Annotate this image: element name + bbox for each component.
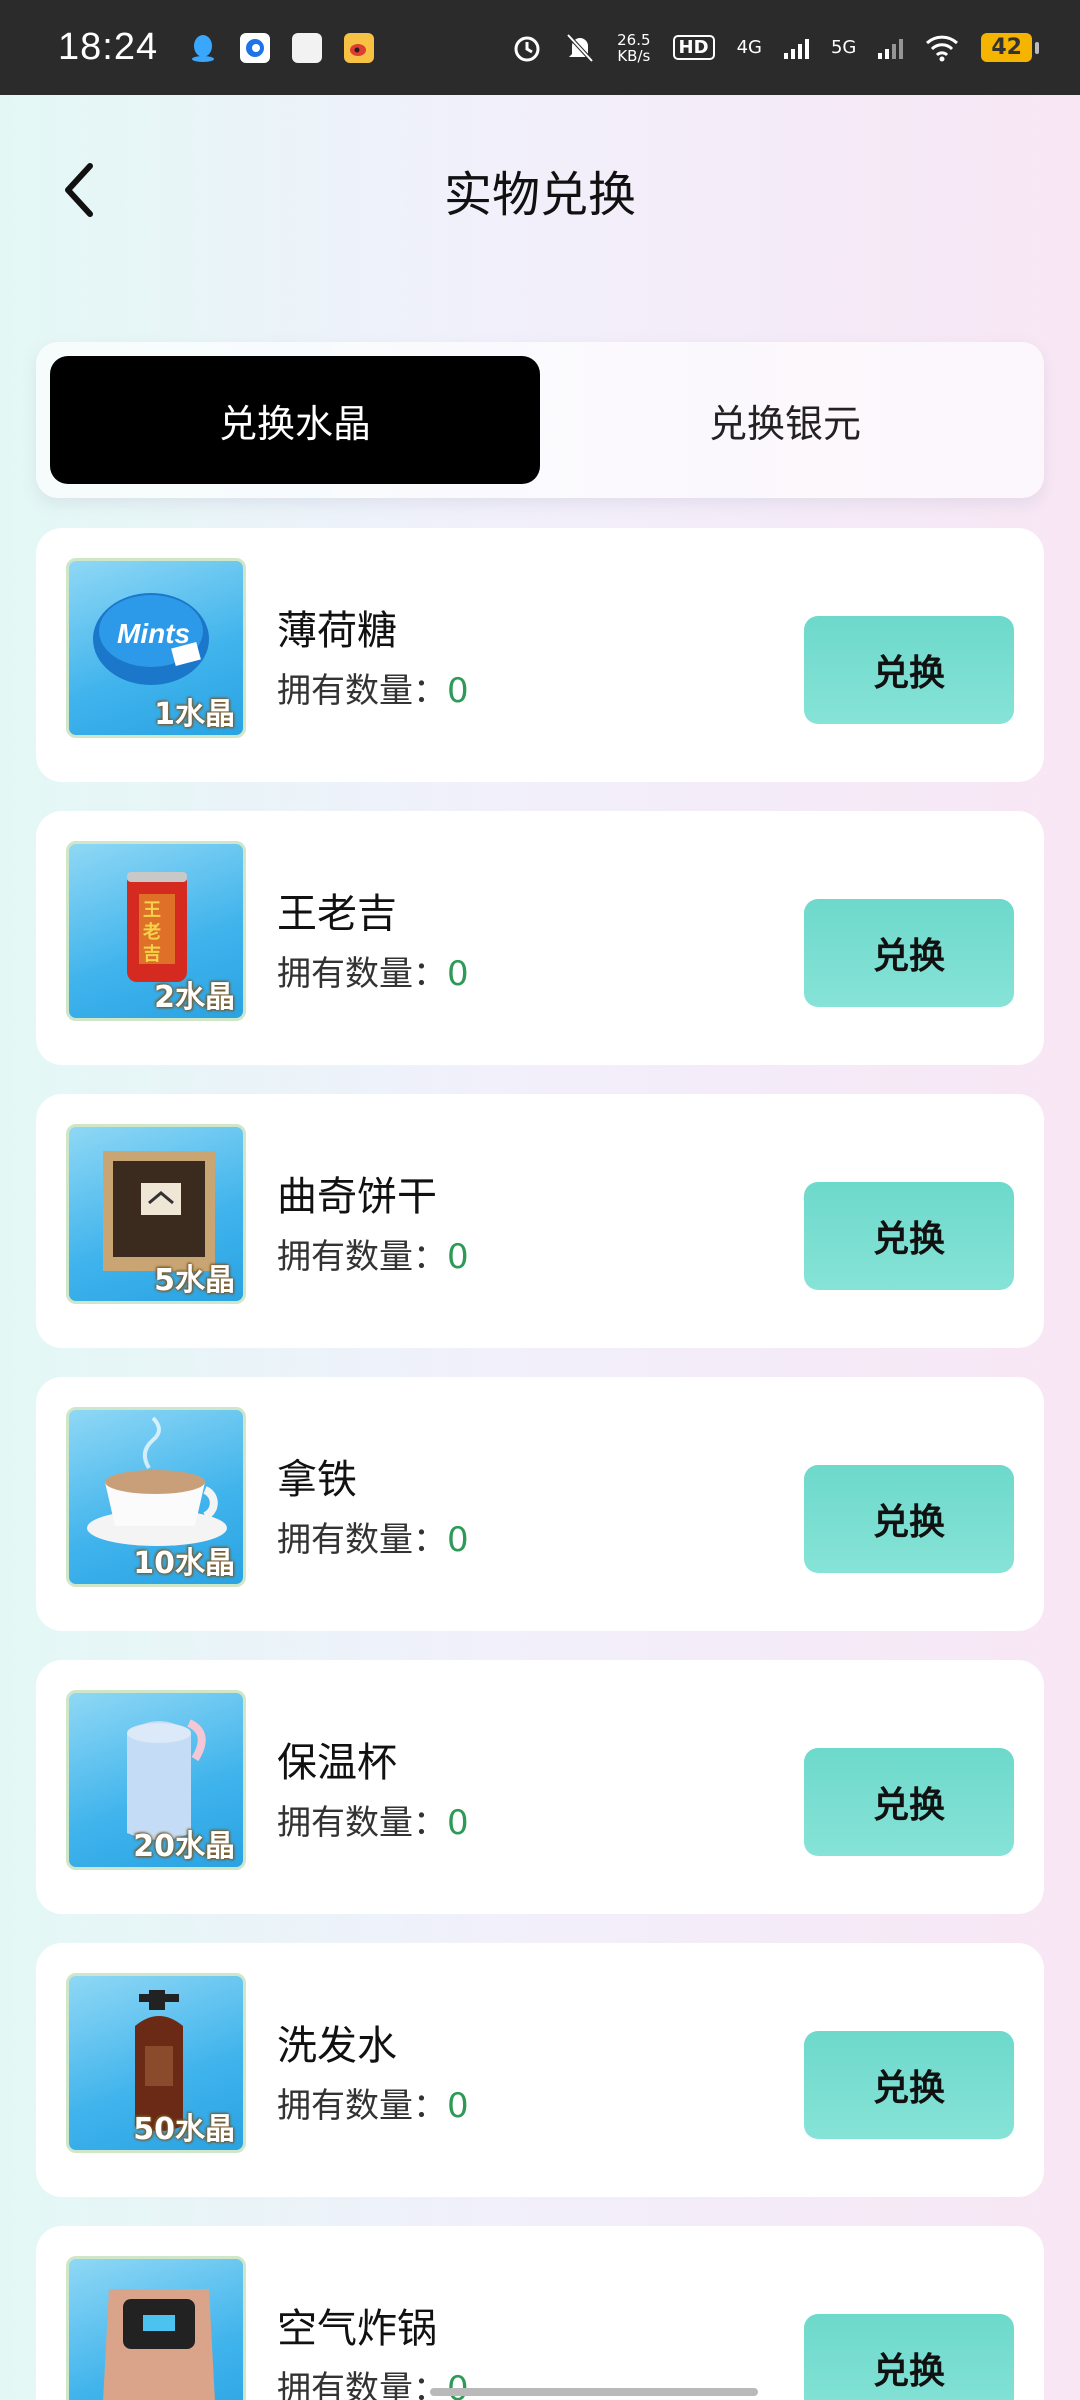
owned-quantity: 拥有数量：0 [277, 1237, 469, 1277]
svg-text:Mints: Mints [117, 618, 190, 649]
list-item: 20水晶 保温杯 拥有数量：0 兑换 [36, 1660, 1044, 1914]
list-item: 10水晶 拿铁 拥有数量：0 兑换 [36, 1377, 1044, 1631]
owned-quantity: 拥有数量：0 [277, 671, 469, 711]
item-image: 10水晶 [66, 1407, 246, 1587]
item-price: 5水晶 [154, 1263, 235, 1298]
svg-text:吉: 吉 [143, 943, 161, 965]
air-fryer-icon [103, 2289, 215, 2400]
weibo-icon [344, 32, 375, 63]
item-price: 2水晶 [154, 980, 235, 1015]
reward-list: Mints 1水晶 薄荷糖 拥有数量：0 兑换 王老吉 2水晶 王老吉 拥有数量… [36, 528, 1044, 2400]
blank-app-icon [292, 32, 323, 63]
tab-silver[interactable]: 兑换银元 [540, 356, 1030, 484]
status-bar: 18:24 26.5 KB/s HD 4G 5G 42 [0, 0, 1080, 95]
list-item: 50水晶 洗发水 拥有数量：0 兑换 [36, 1943, 1044, 2197]
redeem-button[interactable]: 兑换 [804, 1465, 1014, 1573]
item-name: 王老吉 [277, 891, 397, 937]
owned-quantity: 拥有数量：0 [277, 1520, 469, 1560]
page-title: 实物兑换 [443, 167, 636, 223]
item-price: 20水晶 [133, 1829, 235, 1864]
home-indicator[interactable] [430, 2388, 758, 2396]
item-image [66, 2256, 246, 2400]
item-price: 10水晶 [133, 1546, 235, 1581]
sim1-label: 4G [736, 37, 762, 58]
mute-bell-icon [566, 33, 594, 62]
redeem-button[interactable]: 兑换 [804, 899, 1014, 1007]
wifi-icon [926, 35, 959, 61]
owned-quantity: 拥有数量：0 [277, 1803, 469, 1843]
status-right: 26.5 KB/s HD 4G 5G 42 [511, 30, 1039, 65]
item-name: 空气炸锅 [277, 2306, 437, 2352]
list-item: Mints 1水晶 薄荷糖 拥有数量：0 兑换 [36, 528, 1044, 782]
item-image: Mints 1水晶 [66, 558, 246, 738]
notification-icons [188, 32, 375, 63]
sim2-label: 5G [830, 37, 857, 58]
exchange-tabs: 兑换水晶 兑换银元 [36, 342, 1044, 498]
item-name: 曲奇饼干 [277, 1174, 437, 1220]
net-speed: 26.5 KB/s [617, 30, 651, 65]
item-price: 1水晶 [154, 697, 235, 732]
svg-text:老: 老 [143, 921, 161, 943]
browser-icon [240, 32, 271, 63]
item-price: 50水晶 [133, 2112, 235, 2147]
svg-text:王: 王 [143, 900, 161, 921]
list-item: 空气炸锅 拥有数量：0 兑换 [36, 2226, 1044, 2400]
battery-indicator: 42 [981, 33, 1039, 62]
item-image: 王老吉 2水晶 [66, 841, 246, 1021]
tab-crystal[interactable]: 兑换水晶 [50, 356, 540, 484]
signal-icon [783, 37, 809, 59]
status-time: 18:24 [58, 26, 159, 68]
redeem-button[interactable]: 兑换 [804, 1748, 1014, 1856]
page-header: 实物兑换 [0, 95, 1080, 280]
item-image: 5水晶 [66, 1124, 246, 1304]
item-image: 50水晶 [66, 1973, 246, 2153]
owned-quantity: 拥有数量：0 [277, 2086, 469, 2126]
signal-icon [878, 37, 904, 59]
item-name: 拿铁 [277, 1457, 357, 1503]
qq-icon [188, 33, 218, 63]
item-name: 保温杯 [277, 1740, 397, 1786]
alarm-icon [514, 36, 540, 61]
redeem-button[interactable]: 兑换 [804, 1182, 1014, 1290]
item-name: 洗发水 [277, 2023, 397, 2069]
hd-badge: HD [672, 35, 715, 60]
list-item: 5水晶 曲奇饼干 拥有数量：0 兑换 [36, 1094, 1044, 1348]
redeem-button[interactable]: 兑换 [804, 2314, 1014, 2400]
list-item: 王老吉 2水晶 王老吉 拥有数量：0 兑换 [36, 811, 1044, 1065]
item-image: 20水晶 [66, 1690, 246, 1870]
owned-quantity: 拥有数量：0 [277, 954, 469, 994]
redeem-button[interactable]: 兑换 [804, 2031, 1014, 2139]
item-name: 薄荷糖 [277, 608, 397, 654]
redeem-button[interactable]: 兑换 [804, 616, 1014, 724]
